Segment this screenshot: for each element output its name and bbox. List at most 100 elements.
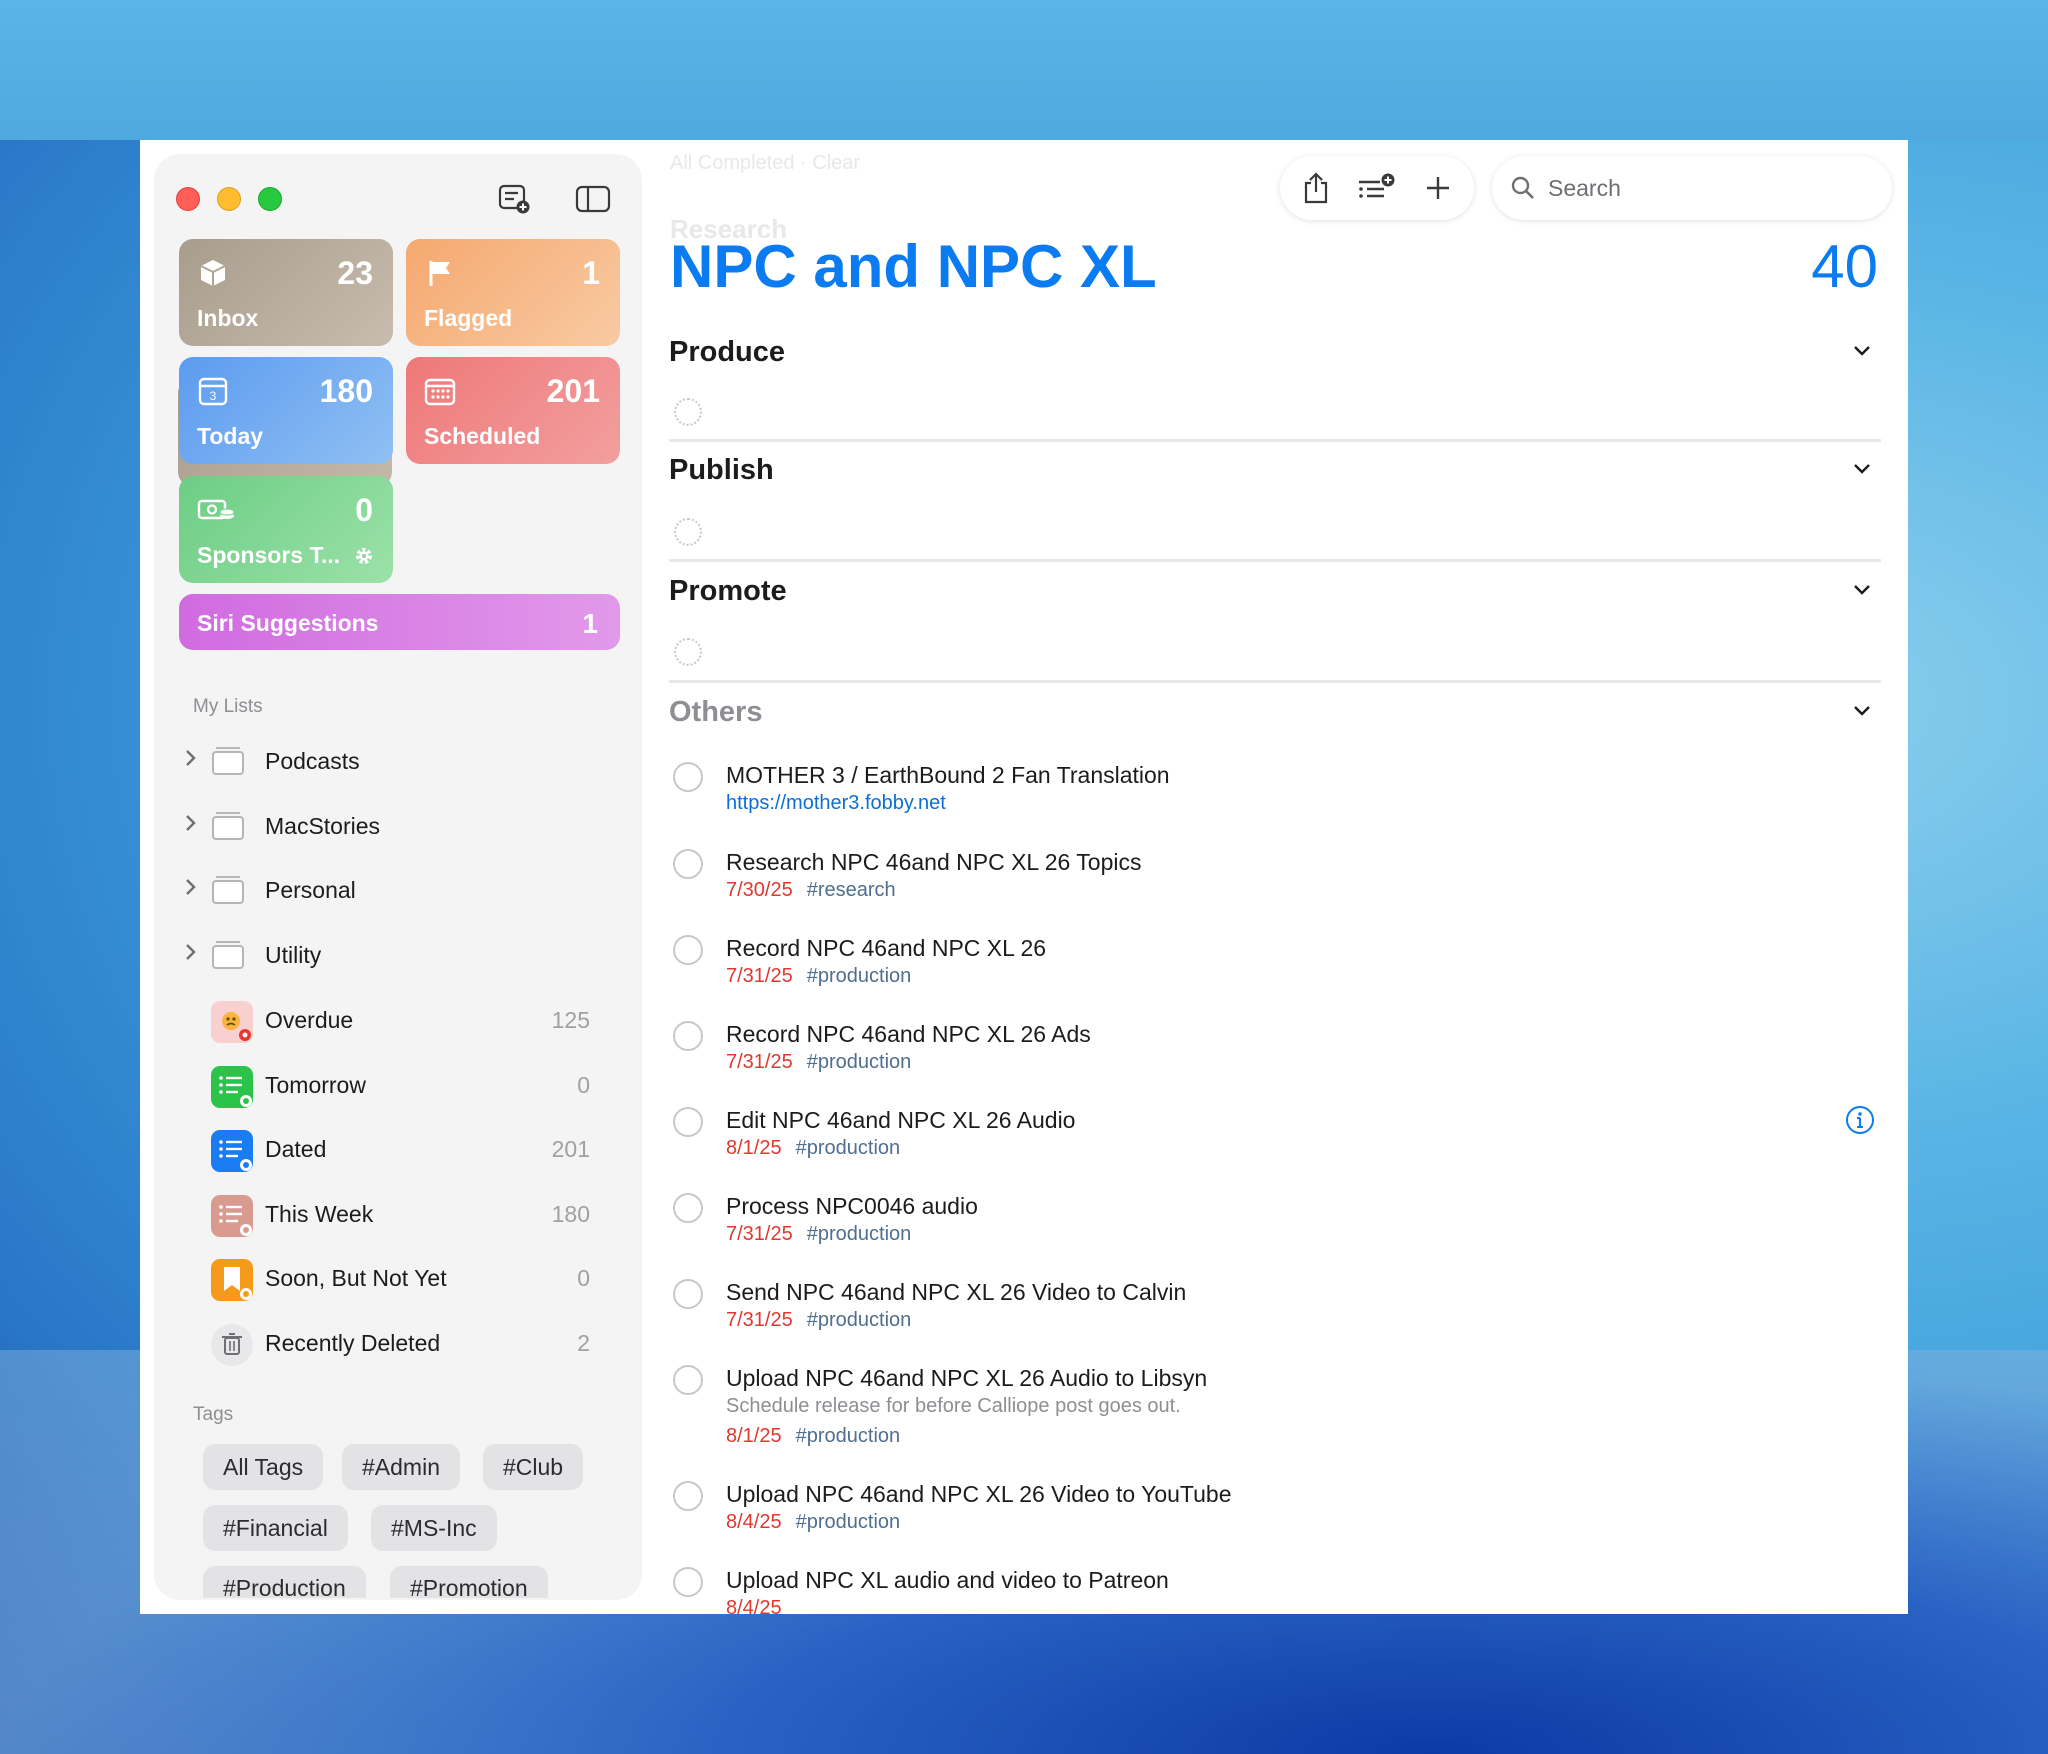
list-dated[interactable]: Dated 201 (179, 1122, 620, 1174)
reminder-tag[interactable]: #production (807, 965, 912, 987)
info-icon[interactable] (1845, 1105, 1875, 1135)
tag-chip-promotion[interactable]: #Promotion (390, 1566, 548, 1601)
reminder-tag[interactable]: #production (796, 1511, 901, 1533)
section-promote[interactable]: Promote (669, 575, 1881, 615)
reminder-tag[interactable]: #research (807, 879, 896, 901)
reminder-tag[interactable]: #production (796, 1425, 901, 1447)
smart-list-flagged-tile[interactable]: 1 Flagged (406, 239, 620, 346)
complete-checkbox[interactable] (673, 1021, 703, 1051)
siri-suggestions-list[interactable]: Siri Suggestions 1 (179, 594, 620, 650)
chevron-down-icon[interactable] (1851, 700, 1873, 722)
tag-chip-ms-inc[interactable]: #MS-Inc (371, 1505, 497, 1551)
tag-chip-admin[interactable]: #Admin (342, 1444, 460, 1490)
section-others[interactable]: Others (669, 696, 1881, 736)
reminder-title[interactable]: Research NPC 46and NPC XL 26 Topics (726, 849, 1142, 876)
reminder-title[interactable]: Edit NPC 46and NPC XL 26 Audio (726, 1107, 1075, 1134)
reminder-title[interactable]: Record NPC 46and NPC XL 26 Ads (726, 1021, 1091, 1048)
reminder-row[interactable]: Upload NPC 46and NPC XL 26 Audio to Libs… (669, 1361, 1881, 1461)
tag-chip-financial[interactable]: #Financial (203, 1505, 348, 1551)
add-reminder-icon[interactable] (1418, 168, 1458, 208)
reminder-title[interactable]: Upload NPC XL audio and video to Patreon (726, 1567, 1169, 1594)
list-group-personal[interactable]: Personal (179, 863, 620, 915)
reminder-row[interactable]: Edit NPC 46and NPC XL 26 Audio 8/1/25 #pr… (669, 1103, 1881, 1173)
reminder-row[interactable]: Send NPC 46and NPC XL 26 Video to Calvin… (669, 1275, 1881, 1345)
reminder-row[interactable]: MOTHER 3 / EarthBound 2 Fan Translation … (669, 758, 1881, 828)
close-window-button[interactable] (176, 187, 200, 211)
list-recently-deleted[interactable]: Recently Deleted 2 (179, 1316, 620, 1368)
reminder-row[interactable]: Upload NPC XL audio and video to Patreon… (669, 1563, 1881, 1614)
zoom-window-button[interactable] (258, 187, 282, 211)
new-reminder-placeholder-circle[interactable] (674, 518, 702, 546)
reminder-title[interactable]: Upload NPC 46and NPC XL 26 Video to YouT… (726, 1481, 1232, 1508)
reminder-url-link[interactable]: https://mother3.fobby.net (726, 792, 946, 815)
reminder-tag[interactable]: #production (807, 1309, 912, 1331)
reminder-meta: 8/1/25 #production (726, 1425, 900, 1448)
minimize-window-button[interactable] (217, 187, 241, 211)
list-overdue[interactable]: Overdue 125 (179, 993, 620, 1045)
smart-list-today-tile[interactable]: 3 180 Today (179, 357, 393, 464)
list-label: Tomorrow (265, 1072, 366, 1098)
reminder-row[interactable]: Record NPC 46and NPC XL 26 7/31/25 #produ… (669, 931, 1881, 1001)
tag-chip-production[interactable]: #Production (203, 1566, 366, 1601)
reminder-meta: 7/31/25 #production (726, 1223, 911, 1246)
chevron-right-icon[interactable] (183, 942, 199, 962)
reminder-row[interactable]: Research NPC 46and NPC XL 26 Topics 7/30… (669, 845, 1881, 915)
toggle-sidebar-icon[interactable] (574, 180, 612, 218)
list-this-week[interactable]: This Week 180 (179, 1187, 620, 1239)
section-divider (669, 680, 1881, 683)
list-bullets-icon (211, 1130, 253, 1172)
reminder-title[interactable]: Record NPC 46and NPC XL 26 (726, 935, 1046, 962)
complete-checkbox[interactable] (673, 1107, 703, 1137)
chevron-right-icon[interactable] (183, 748, 199, 768)
reminder-title[interactable]: Process NPC0046 audio (726, 1193, 978, 1220)
view-options-icon[interactable] (1356, 168, 1396, 208)
reminder-meta: 7/31/25 #production (726, 1051, 911, 1074)
list-group-podcasts[interactable]: Podcasts (179, 734, 620, 786)
share-icon[interactable] (1296, 168, 1336, 208)
new-reminder-placeholder-circle[interactable] (674, 638, 702, 666)
complete-checkbox[interactable] (673, 1481, 703, 1511)
complete-checkbox[interactable] (673, 935, 703, 965)
list-group-macstories[interactable]: MacStories (179, 799, 620, 851)
list-bullets-icon (211, 1195, 253, 1237)
reminder-title[interactable]: MOTHER 3 / EarthBound 2 Fan Translation (726, 762, 1170, 789)
chevron-right-icon[interactable] (183, 877, 199, 897)
list-group-utility[interactable]: Utility (179, 928, 620, 980)
list-tomorrow[interactable]: Tomorrow 0 (179, 1058, 620, 1110)
reminder-tag[interactable]: #production (807, 1051, 912, 1073)
complete-checkbox[interactable] (673, 1365, 703, 1395)
complete-checkbox[interactable] (673, 762, 703, 792)
complete-checkbox[interactable] (673, 1567, 703, 1597)
chevron-down-icon[interactable] (1851, 458, 1873, 480)
section-publish[interactable]: Publish (669, 454, 1881, 494)
new-list-icon[interactable] (496, 180, 534, 218)
smart-list-inbox-tile[interactable]: 23 Inbox (179, 239, 393, 346)
tag-chip-all-tags[interactable]: All Tags (203, 1444, 324, 1490)
reminder-row[interactable]: Process NPC0046 audio 7/31/25 #production (669, 1189, 1881, 1259)
reminder-due-date: 8/1/25 (726, 1137, 782, 1159)
new-reminder-placeholder-circle[interactable] (674, 398, 702, 426)
search-input[interactable] (1548, 172, 1868, 204)
reminder-due-date: 7/31/25 (726, 1223, 793, 1245)
folder-icon (211, 938, 245, 969)
reminder-title[interactable]: Upload NPC 46and NPC XL 26 Audio to Libs… (726, 1365, 1207, 1392)
reminder-row[interactable]: Record NPC 46and NPC XL 26 Ads 7/31/25 #p… (669, 1017, 1881, 1087)
chevron-down-icon[interactable] (1851, 579, 1873, 601)
search-field[interactable] (1492, 156, 1892, 220)
chevron-right-icon[interactable] (183, 813, 199, 833)
list-group-label: MacStories (265, 813, 381, 839)
tag-chip-club[interactable]: #Club (483, 1444, 584, 1490)
reminder-tag[interactable]: #production (807, 1223, 912, 1245)
complete-checkbox[interactable] (673, 1193, 703, 1223)
list-title: NPC and NPC XL (670, 233, 1157, 300)
complete-checkbox[interactable] (673, 1279, 703, 1309)
complete-checkbox[interactable] (673, 849, 703, 879)
section-produce[interactable]: Produce (669, 336, 1881, 376)
reminder-tag[interactable]: #production (796, 1137, 901, 1159)
reminder-row[interactable]: Upload NPC 46and NPC XL 26 Video to YouT… (669, 1477, 1881, 1547)
smart-list-sponsors-tile[interactable]: 0 Sponsors T... (179, 476, 393, 583)
list-soon-but-not-yet[interactable]: Soon, But Not Yet 0 (179, 1251, 620, 1303)
chevron-down-icon[interactable] (1851, 340, 1873, 362)
smart-list-scheduled-tile[interactable]: 201 Scheduled (406, 357, 620, 464)
reminder-title[interactable]: Send NPC 46and NPC XL 26 Video to Calvin (726, 1279, 1186, 1306)
